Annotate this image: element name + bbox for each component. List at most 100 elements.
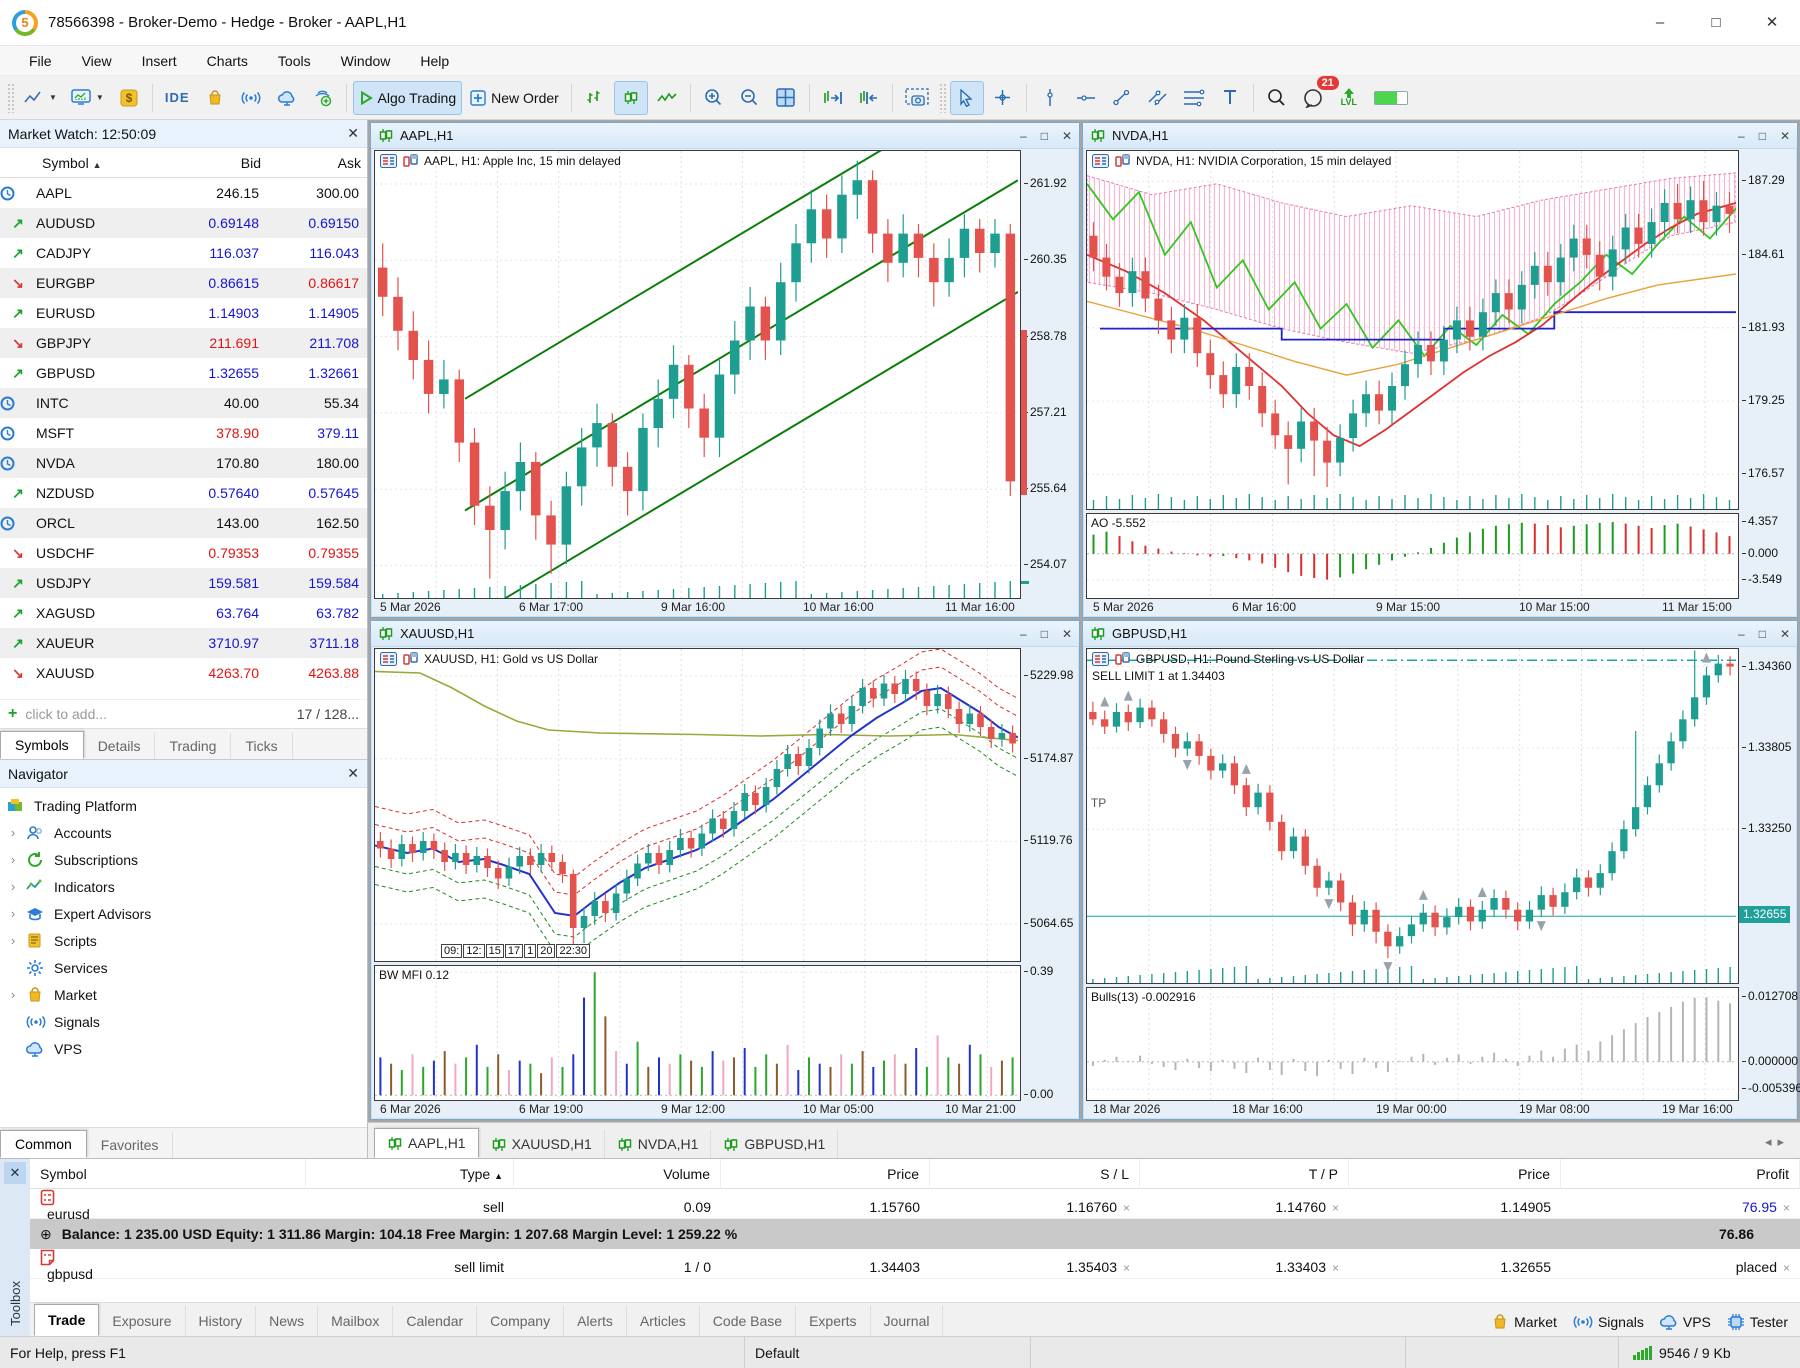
minimize-button[interactable]: – [1632,0,1688,45]
trade-row-eurusd[interactable]: eurusd sell 0.09 1.15760 1.16760 × 1.14760 × 1.1… [30,1189,1800,1222]
zoom-in-button[interactable] [697,81,731,115]
shift-back-button[interactable] [852,81,886,115]
algo-trading-button[interactable]: Algo Trading [352,80,463,115]
toolbox-tab-experts[interactable]: Experts [796,1306,871,1336]
market-watch-row[interactable]: INTC 40.00 55.34 [0,388,367,418]
shift-end-button[interactable] [816,81,850,115]
market-watch-row[interactable]: ↗ AUDUSD 0.69148 0.69150 [0,208,367,238]
menu-tools[interactable]: Tools [263,53,326,69]
menu-view[interactable]: View [67,53,127,69]
market-watch-row[interactable]: AAPL 246.15 300.00 [0,178,367,208]
text-button[interactable] [1213,81,1247,115]
chart-window-titlebar[interactable]: XAUUSD,H1 – □ ✕ [371,621,1079,647]
chart-window-xauusd-h1[interactable]: XAUUSD,H1 – □ ✕ XAUUSD, H1: Gold vs US Dolla… [370,620,1080,1120]
time-axis[interactable]: 18 Mar 2026 18 Mar 16:00 19 Mar 00:00 19 Ma… [1086,1101,1739,1119]
chart-minimize-button[interactable]: – [1738,627,1745,641]
chart-close-button[interactable]: ✕ [1780,627,1790,641]
main-price-pane[interactable]: NVDA, H1: NVIDIA Corporation, 15 min del… [1086,150,1739,510]
market-watch-row[interactable]: ↗ NZDUSD 0.57640 0.57645 [0,478,367,508]
navigator-item-trading-platform[interactable]: Trading Platform [0,792,367,819]
trade-row-gbpusd[interactable]: gbpusd sell limit 1 / 0 1.34403 1.35403 × 1.33… [30,1249,1800,1282]
signals-button[interactable] [234,81,268,115]
toolbox-tab-alerts[interactable]: Alerts [564,1306,627,1336]
chevron-right-icon[interactable]: › [0,906,26,921]
chart-tab-scroll-arrows[interactable]: ◂▸ [1765,1134,1800,1158]
vline-button[interactable] [1033,81,1067,115]
tab-trading[interactable]: Trading [155,733,232,759]
chart-tab-aapl-h1[interactable]: AAPL,H1 [374,1128,479,1158]
market-watch-row[interactable]: ↗ CADJPY 116.037 116.043 [0,238,367,268]
chevron-right-icon[interactable]: › [0,987,26,1002]
finance-button[interactable]: $ [112,81,146,115]
navigator-item-accounts[interactable]: › Accounts [0,819,367,846]
price-chart-canvas[interactable]: TP [1087,649,1736,983]
trade-column-tp[interactable]: T / P [1140,1159,1349,1189]
chevron-right-icon[interactable]: › [0,852,26,867]
chart-window-titlebar[interactable]: NVDA,H1 – □ ✕ [1083,123,1797,149]
market-watch-close-icon[interactable]: ✕ [347,125,359,142]
fibo-button[interactable] [1177,81,1211,115]
vps-button[interactable] [270,81,304,115]
zoom-out-button[interactable] [733,81,767,115]
shortcut-signals[interactable]: Signals [1573,1314,1644,1330]
indicator-pane[interactable]: Bulls(13) -0.002916 [1086,987,1739,1101]
chevron-right-icon[interactable]: › [0,825,26,840]
toolbar-grip[interactable] [7,82,14,113]
ide-button[interactable]: IDE [159,81,196,115]
chart-window-gbpusd-h1[interactable]: GBPUSD,H1 – □ ✕ GBPUSD, H1: Pound Sterling v… [1082,620,1800,1120]
chart-close-button[interactable]: ✕ [1062,627,1072,641]
toolbox-tab-trade[interactable]: Trade [34,1304,100,1336]
chart-close-button[interactable]: ✕ [1780,129,1790,143]
chart-maximize-button[interactable]: □ [1759,627,1766,641]
shortcut-tester[interactable]: Tester [1727,1313,1788,1331]
navigator-item-services[interactable]: Services [0,954,367,981]
toolbox-tab-news[interactable]: News [256,1306,319,1336]
toolbox-tab-mailbox[interactable]: Mailbox [318,1306,394,1336]
toolbox-tab-journal[interactable]: Journal [871,1306,944,1336]
maximize-button[interactable]: □ [1688,0,1744,45]
one-click-trading-icon[interactable] [1092,154,1109,168]
market-watch-row[interactable]: ↘ EURGBP 0.86615 0.86617 [0,268,367,298]
trendline-button[interactable] [1105,81,1139,115]
navigator-close-icon[interactable]: ✕ [347,765,359,782]
toolbox-tab-articles[interactable]: Articles [627,1306,700,1336]
toolbox-tab-company[interactable]: Company [477,1306,565,1336]
shortcut-vps[interactable]: VPS [1659,1313,1711,1331]
toolbox-tab-code-base[interactable]: Code Base [700,1306,797,1336]
chart-close-button[interactable]: ✕ [1062,129,1072,143]
trade-column-profit[interactable]: Profit [1561,1159,1800,1189]
one-click-trading-icon[interactable] [380,154,397,168]
market-watch-column-headers[interactable]: Symbol ▲ Bid Ask [0,148,367,178]
close-trade-icon[interactable]: × [1332,1201,1339,1215]
price-axis[interactable]: 1.34360 1.33805 1.33250 1.32655 [1739,648,1797,984]
market-watch-row[interactable]: ↘ XAUUSD 4263.70 4263.88 [0,658,367,688]
chevron-right-icon[interactable]: › [0,879,26,894]
toolbox-close-icon[interactable]: ✕ [4,1162,26,1184]
indicator-axis[interactable]: 4.357 0.000 -3.549 [1739,513,1797,599]
close-button[interactable]: ✕ [1744,0,1800,45]
one-click-trading-icon[interactable] [380,652,397,666]
navigator-item-signals[interactable]: Signals [0,1008,367,1035]
close-trade-icon[interactable]: × [1783,1261,1790,1275]
chart-window-button[interactable]: ▼ [18,81,63,115]
market-watch-row[interactable]: ORCL 143.00 162.50 [0,508,367,538]
one-click-trading-icon[interactable] [1092,652,1109,666]
candle-chart-type-button[interactable] [613,80,648,115]
trade-column-type[interactable]: Type ▲ [306,1159,514,1189]
chart-window-nvda-h1[interactable]: NVDA,H1 – □ ✕ NVDA, H1: NVIDIA Corporation, … [1082,122,1798,618]
indicator-chart-canvas[interactable] [1087,988,1736,1100]
menu-charts[interactable]: Charts [192,53,263,69]
chart-window-titlebar[interactable]: AAPL,H1 – □ ✕ [371,123,1079,149]
new-order-button[interactable]: New Order [464,81,565,115]
battery-button[interactable] [1368,81,1414,115]
price-chart-canvas[interactable] [1087,151,1736,509]
screenshot-button[interactable] [899,81,935,115]
close-trade-icon[interactable]: × [1123,1261,1130,1275]
chart-tab-xauusd-h1[interactable]: XAUUSD,H1 [479,1130,605,1158]
navigator-item-subscriptions[interactable]: › Subscriptions [0,846,367,873]
close-trade-icon[interactable]: × [1783,1201,1790,1215]
market-watch-row[interactable]: ↗ EURUSD 1.14903 1.14905 [0,298,367,328]
depth-of-market-icon[interactable] [402,652,419,666]
expand-icon[interactable]: ⊕ [30,1226,52,1243]
navigator-item-scripts[interactable]: › Scripts [0,927,367,954]
